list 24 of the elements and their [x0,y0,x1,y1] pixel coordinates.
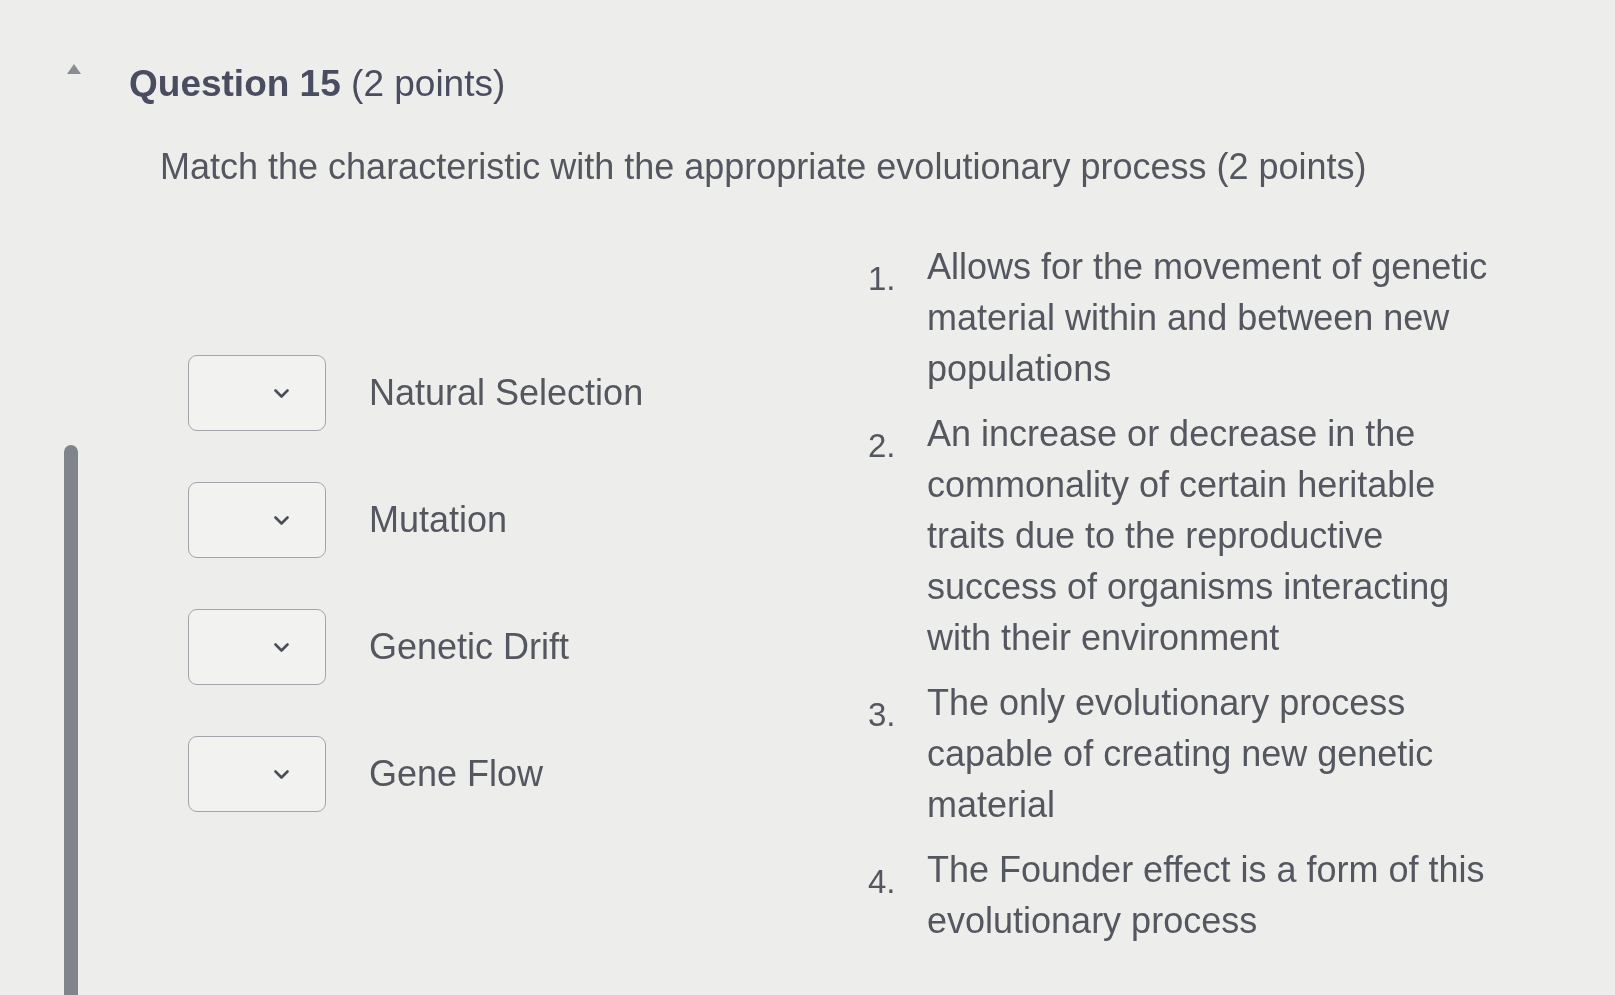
choice-number: 1. [868,259,897,299]
question-prompt: Match the characteristic with the appropriate evolutionary process (2 points) [160,147,1367,187]
scroll-thumb[interactable] [64,445,78,995]
chevron-down-icon [274,515,289,525]
choice-text: Allows for the movement of genetic material within and between new populations [927,245,1489,391]
match-label: Gene Flow [369,752,544,796]
match-label: Mutation [369,498,508,542]
question-heading: Question 15 (2 points) [129,63,506,105]
chevron-down-icon [274,769,289,779]
triangle-icon[interactable] [67,64,81,74]
chevron-down-icon [274,642,289,652]
match-label: Natural Selection [369,371,644,415]
choice-number: 4. [868,862,897,902]
choice-number: 3. [868,695,897,735]
choice-number: 2. [868,426,897,466]
select-dropdown[interactable] [188,609,326,685]
select-dropdown[interactable] [188,736,326,812]
choice-text: An increase or decrease in the commonality of certain heritable traits due to the reproductive success of organisms interacting with their environment [927,412,1451,660]
choice-text: The only evolutionary process capable of creating new genetic material [927,681,1435,827]
chevron-down-icon [274,388,289,398]
match-label: Genetic Drift [369,625,570,669]
choice-text: The Founder effect is a form of this evolutionary process [927,848,1486,943]
select-dropdown[interactable] [188,355,326,431]
select-dropdown[interactable] [188,482,326,558]
